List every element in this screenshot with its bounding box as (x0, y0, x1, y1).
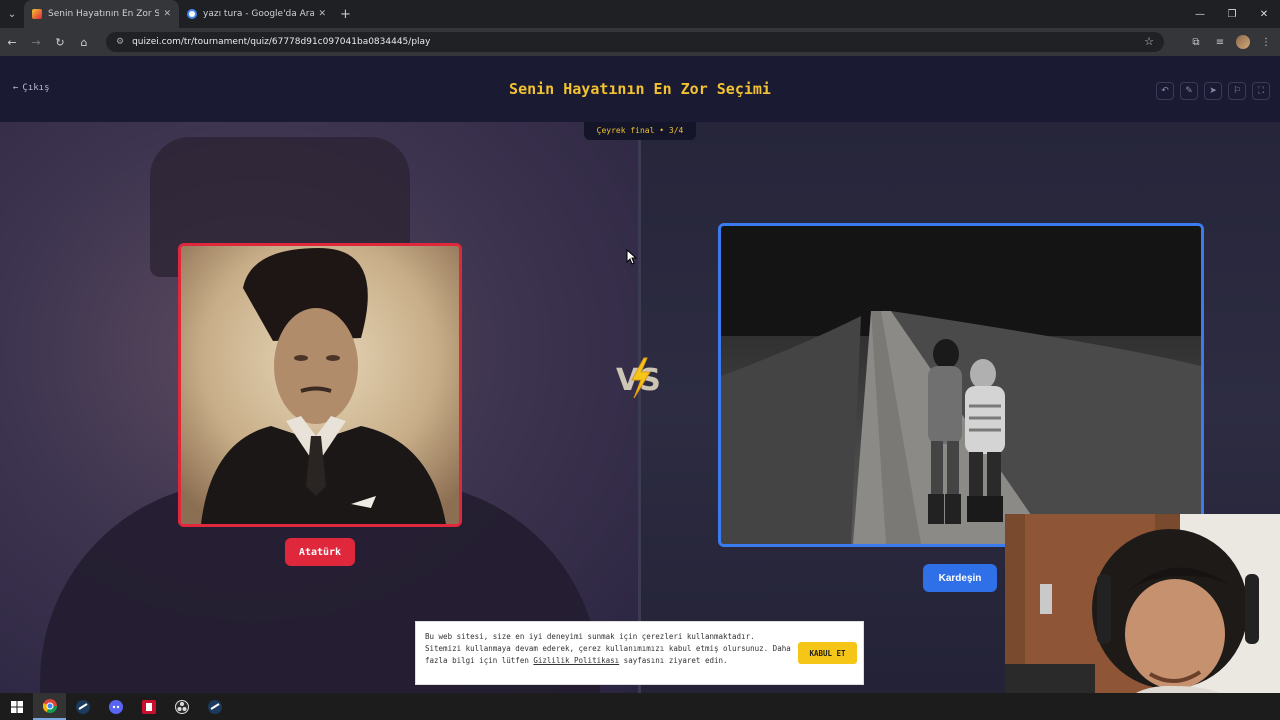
url-field[interactable]: ⚙ quizei.com/tr/tournament/quiz/67778d91… (106, 32, 1164, 52)
header-tools: ↶ ✎ ➤ ⚐ ⛶ (1156, 82, 1270, 100)
privacy-policy-link[interactable]: Gizlilik Politikası (533, 656, 619, 665)
steam-icon[interactable] (66, 693, 99, 720)
app-red-icon[interactable] (132, 693, 165, 720)
webcam-overlay (1005, 514, 1280, 720)
cookie-accept-button[interactable]: KABUL ET (798, 642, 857, 664)
close-icon[interactable]: ✕ (318, 9, 326, 19)
close-window-icon[interactable]: ✕ (1248, 0, 1280, 28)
site-info-icon[interactable]: ⚙ (116, 37, 124, 47)
steam-icon-2[interactable] (198, 693, 231, 720)
road-image (721, 226, 1201, 544)
choice-label-right[interactable]: Kardeşin (923, 564, 997, 592)
google-icon (187, 9, 197, 19)
address-bar-row: ← → ↻ ⌂ ⚙ quizei.com/tr/tournament/quiz/… (0, 28, 1280, 56)
minimize-icon[interactable]: — (1184, 0, 1216, 28)
vs-icon: VS (616, 357, 661, 399)
cookie-text: Bu web sitesi, size en iyi deneyimi sunm… (425, 631, 795, 667)
choice-label-left[interactable]: Atatürk (285, 538, 355, 566)
browser-tab[interactable]: yazı tura - Google'da Ara ✕ (179, 0, 334, 28)
discord-icon[interactable] (99, 693, 132, 720)
cookie-banner: Bu web sitesi, size en iyi deneyimi sunm… (415, 621, 864, 685)
mouse-cursor-icon (626, 249, 638, 265)
center-divider (638, 122, 641, 693)
home-icon[interactable]: ⌂ (72, 28, 96, 56)
restore-icon[interactable]: ❐ (1216, 0, 1248, 28)
extensions-icon[interactable]: ⧉ (1188, 37, 1204, 48)
browser-tab-active[interactable]: Senin Hayatının En Zor Seçimi ✕ (24, 0, 179, 28)
profile-avatar[interactable] (1236, 35, 1250, 49)
reload-icon[interactable]: ↻ (48, 28, 72, 56)
choice-card-left[interactable] (178, 243, 462, 527)
obs-icon[interactable] (165, 693, 198, 720)
windows-taskbar (0, 693, 1280, 720)
tab-title: yazı tura - Google'da Ara (203, 9, 315, 19)
forward-icon[interactable]: → (24, 28, 48, 56)
chrome-icon[interactable] (33, 693, 66, 720)
webcam-feed (1005, 514, 1280, 720)
close-icon[interactable]: ✕ (163, 9, 171, 19)
edit-icon[interactable]: ✎ (1180, 82, 1198, 100)
back-icon[interactable]: ← (0, 28, 24, 56)
bookmark-star-icon[interactable]: ☆ (1144, 35, 1154, 48)
fullscreen-icon[interactable]: ⛶ (1252, 82, 1270, 100)
choice-card-right[interactable] (718, 223, 1204, 547)
windows-start-icon[interactable] (0, 693, 33, 720)
tab-title: Senin Hayatının En Zor Seçimi (48, 9, 160, 19)
tab-search-button[interactable]: ⌄ (0, 0, 24, 28)
page-header: ← Çıkış Senin Hayatının En Zor Seçimi ↶ … (0, 56, 1280, 122)
url-text: quizei.com/tr/tournament/quiz/67778d91c0… (132, 37, 431, 47)
flag-icon[interactable]: ⚐ (1228, 82, 1246, 100)
browser-toolbar-right: ⧉ ≡ ⋮ (1188, 28, 1274, 56)
portrait-image (181, 246, 459, 524)
share-icon[interactable]: ➤ (1204, 82, 1222, 100)
browser-menu-icon[interactable]: ⋮ (1258, 37, 1274, 48)
new-tab-button[interactable]: + (340, 7, 351, 22)
browser-tab-bar: ⌄ Senin Hayatının En Zor Seçimi ✕ yazı t… (0, 0, 1280, 28)
media-icon[interactable]: ≡ (1212, 37, 1228, 48)
window-controls: — ❐ ✕ (1184, 0, 1280, 28)
page-title: Senin Hayatının En Zor Seçimi (509, 80, 771, 98)
round-badge: Çeyrek final • 3/4 (584, 122, 696, 140)
undo-icon[interactable]: ↶ (1156, 82, 1174, 100)
quizei-icon (32, 9, 42, 19)
cookie-message-end: sayfasını ziyaret edin. (619, 656, 728, 665)
